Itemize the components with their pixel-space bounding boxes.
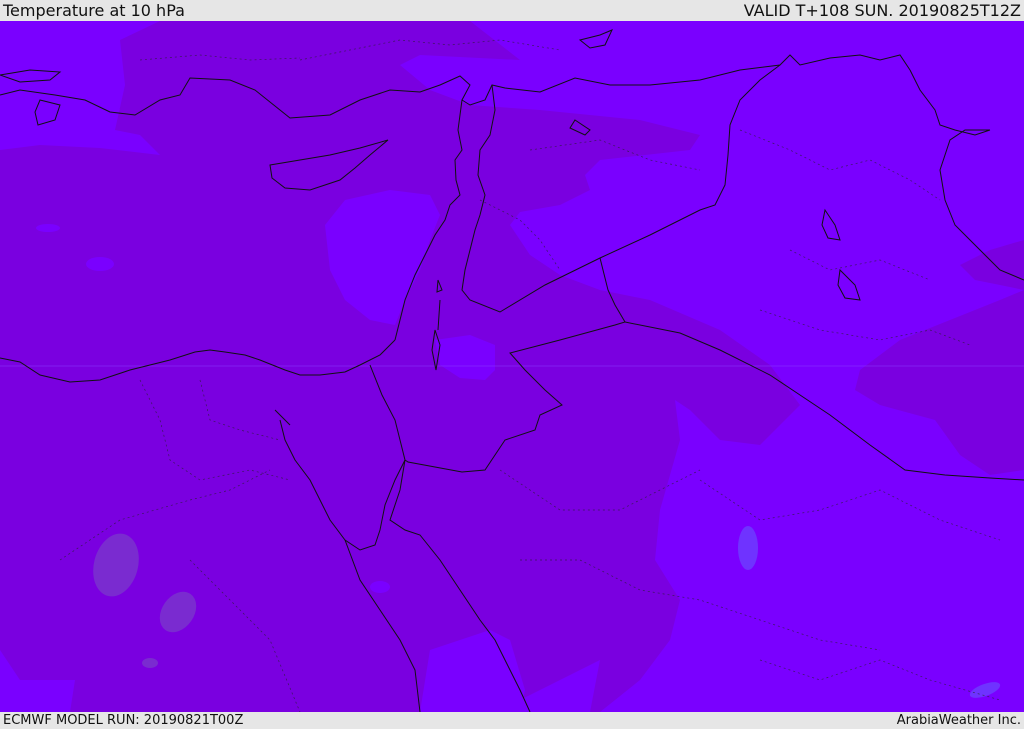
model-run: ECMWF MODEL RUN: 20190821T00Z <box>3 713 244 728</box>
credit: ArabiaWeather Inc. <box>896 713 1021 728</box>
cold-spot-1 <box>738 526 758 570</box>
weather-map <box>0 21 1024 712</box>
cool-patch-small-1 <box>86 257 114 271</box>
map-title: Temperature at 10 hPa <box>3 1 185 20</box>
cool-patch-small-3 <box>370 581 390 593</box>
valid-time: VALID T+108 SUN. 20190825T12Z <box>743 1 1021 20</box>
title-bar: Temperature at 10 hPa VALID T+108 SUN. 2… <box>0 0 1024 21</box>
footer-bar: ECMWF MODEL RUN: 20190821T00Z ArabiaWeat… <box>0 712 1024 729</box>
cool-patch-aegean <box>0 21 120 125</box>
cool-patch-small-2 <box>36 224 60 232</box>
warm-spot-3 <box>142 658 158 668</box>
